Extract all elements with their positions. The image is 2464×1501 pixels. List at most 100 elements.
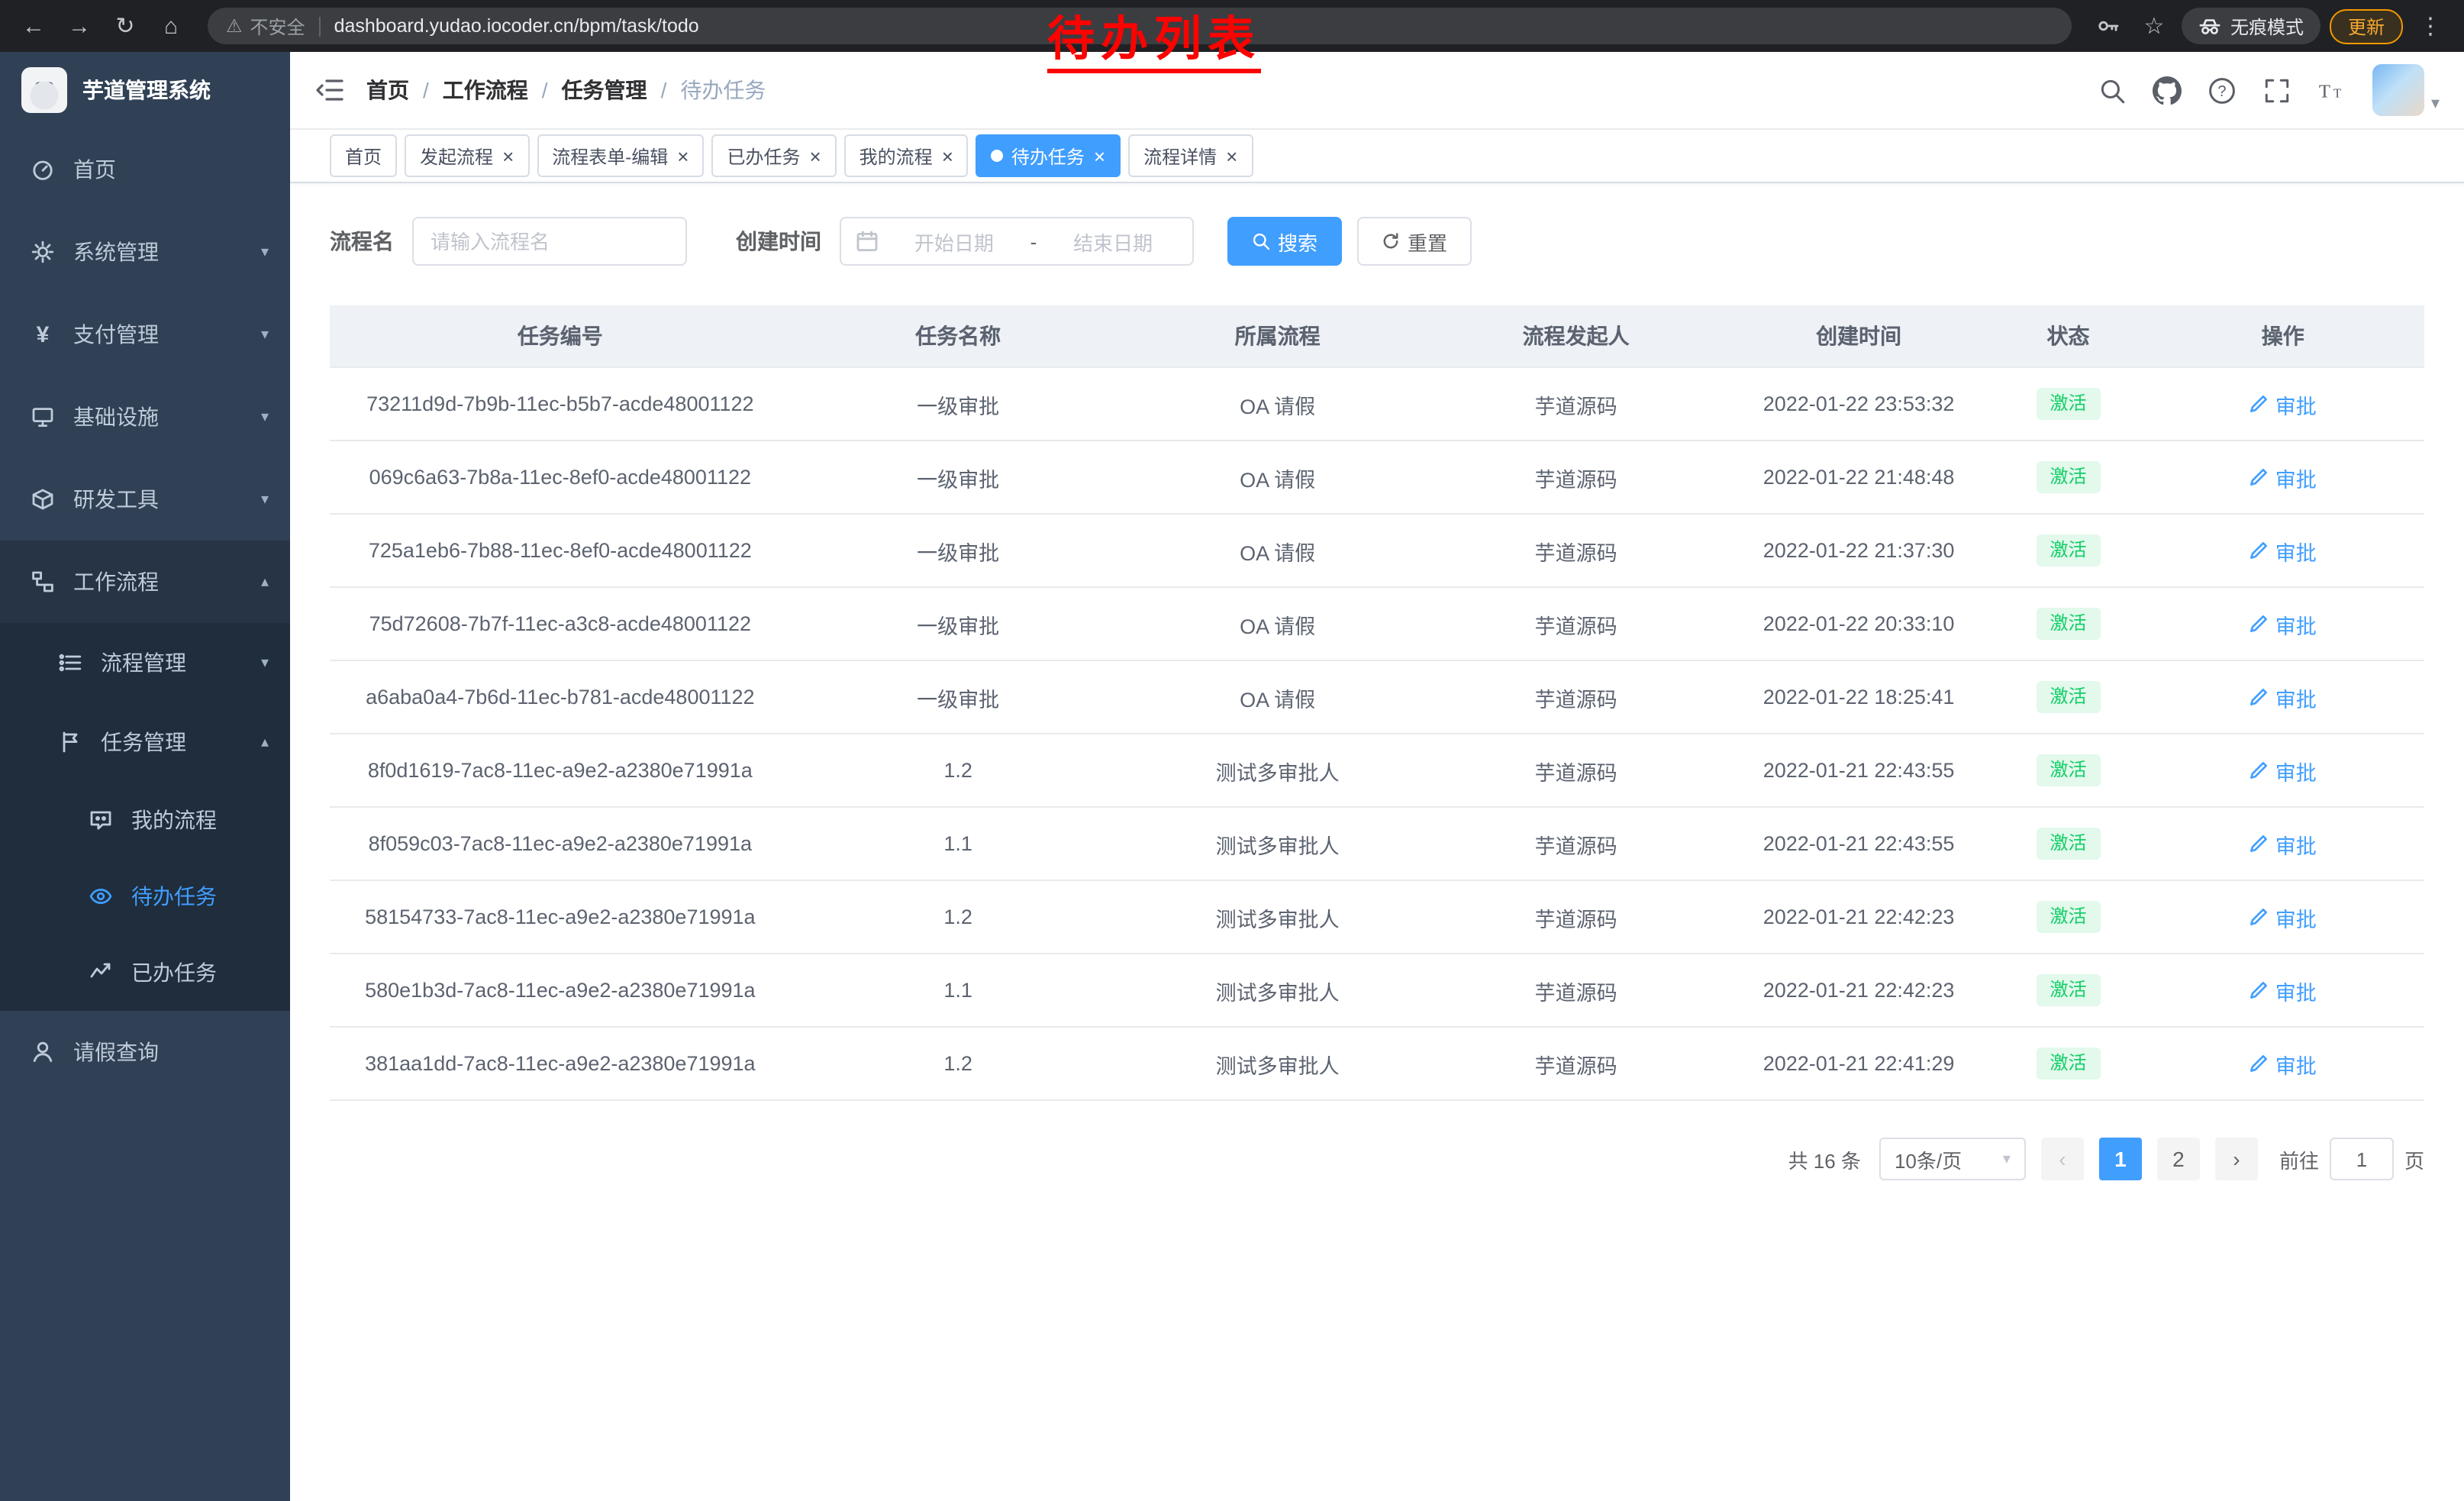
tag-item-1[interactable]: 发起流程× (405, 134, 529, 177)
sidebar-item-workflow[interactable]: 工作流程 ▴ (0, 541, 290, 623)
action-cell: 审批 (2142, 367, 2425, 441)
user-menu[interactable]: ▾ (2373, 64, 2440, 116)
task-id: 069c6a63-7b8a-11ec-8ef0-acde48001122 (330, 441, 791, 514)
tag-close-icon[interactable]: × (677, 146, 689, 166)
approve-link[interactable]: 审批 (2250, 608, 2317, 639)
task-id: 8f059c03-7ac8-11ec-a9e2-a2380e71991a (330, 807, 791, 880)
tag-item-4[interactable]: 我的流程× (844, 134, 969, 177)
browser-update-button[interactable]: 更新 (2330, 8, 2403, 44)
goto-page-input[interactable] (2330, 1138, 2394, 1180)
tag-item-5[interactable]: 待办任务× (976, 134, 1121, 177)
incognito-icon (2198, 15, 2221, 37)
tag-close-icon[interactable]: × (1226, 146, 1237, 166)
approve-link[interactable]: 审批 (2250, 828, 2317, 859)
process-name-input[interactable] (412, 217, 687, 266)
tag-close-icon[interactable]: × (809, 146, 821, 166)
fullscreen-icon[interactable] (2263, 76, 2292, 105)
sidebar-item-payment[interactable]: ¥ 支付管理 ▾ (0, 293, 290, 376)
font-size-icon[interactable]: TT (2318, 76, 2347, 105)
browser-back-icon[interactable]: ← (15, 8, 52, 44)
status-badge: 激活 (2036, 462, 2100, 493)
column-header: 任务编号 (330, 305, 791, 367)
sidebar-item-infrastructure[interactable]: 基础设施 ▾ (0, 376, 290, 458)
approve-link[interactable]: 审批 (2250, 755, 2317, 786)
dashboard-icon (31, 157, 55, 182)
tag-item-2[interactable]: 流程表单-编辑× (537, 134, 704, 177)
browser-home-icon[interactable]: ⌂ (153, 8, 189, 44)
column-header: 流程发起人 (1430, 305, 1723, 367)
sidebar-item-done-tasks[interactable]: 已办任务 (0, 934, 290, 1011)
app-logo-row[interactable]: 芋道管理系统 (0, 52, 290, 128)
browser-menu-icon[interactable]: ⋮ (2412, 8, 2449, 44)
approve-link[interactable]: 审批 (2250, 902, 2317, 932)
sidebar-item-leave-query[interactable]: 请假查询 (0, 1011, 290, 1093)
page-size-select[interactable]: 10条/页 ▾ (1879, 1138, 2026, 1180)
initiator-name: 芋道源码 (1430, 367, 1723, 441)
tag-close-icon[interactable]: × (942, 146, 953, 166)
sidebar-item-label: 研发工具 (73, 484, 159, 515)
search-button[interactable]: 搜索 (1227, 217, 1342, 266)
breadcrumb-home[interactable]: 首页 (366, 75, 409, 105)
tag-item-6[interactable]: 流程详情× (1128, 134, 1253, 177)
tag-close-icon[interactable]: × (1094, 146, 1105, 166)
reset-button[interactable]: 重置 (1357, 217, 1472, 266)
created-time: 2022-01-21 22:43:55 (1723, 734, 1995, 807)
status-cell: 激活 (1995, 660, 2141, 734)
approve-link[interactable]: 审批 (2250, 535, 2317, 566)
sidebar-item-system[interactable]: 系统管理 ▾ (0, 211, 290, 293)
browser-forward-icon[interactable]: → (61, 8, 98, 44)
tag-label: 首页 (345, 143, 382, 169)
approve-link[interactable]: 审批 (2250, 1048, 2317, 1079)
url-text: dashboard.yudao.iocoder.cn/bpm/task/todo (334, 15, 699, 37)
search-icon (1252, 232, 1270, 250)
sidebar-item-label: 流程管理 (101, 647, 186, 678)
sidebar-item-devtools[interactable]: 研发工具 ▾ (0, 458, 290, 541)
approve-link-label: 审批 (2275, 608, 2317, 639)
browser-reload-icon[interactable]: ↻ (107, 8, 144, 44)
approve-link[interactable]: 审批 (2250, 975, 2317, 1006)
task-name: 1.1 (791, 954, 1126, 1027)
created-time: 2022-01-22 20:33:10 (1723, 587, 1995, 660)
sidebar-item-task-management[interactable]: 任务管理 ▴ (0, 702, 290, 782)
pencil-icon (2250, 907, 2269, 927)
breadcrumb-task-management[interactable]: 任务管理 (562, 75, 647, 105)
table-row: 8f059c03-7ac8-11ec-a9e2-a2380e71991a1.1测… (330, 807, 2424, 880)
pencil-icon (2250, 614, 2269, 634)
date-range-picker[interactable]: 开始日期 - 结束日期 (840, 217, 1194, 266)
help-icon[interactable]: ? (2208, 76, 2237, 105)
tag-item-3[interactable]: 已办任务× (711, 134, 836, 177)
tag-close-icon[interactable]: × (502, 146, 514, 166)
prev-page-button[interactable]: ‹ (2041, 1138, 2084, 1180)
sidebar-item-todo-tasks[interactable]: 待办任务 (0, 858, 290, 934)
page-button-1[interactable]: 1 (2099, 1138, 2142, 1180)
active-tag-dot (992, 150, 1004, 162)
sidebar-item-my-processes[interactable]: 我的流程 (0, 782, 290, 858)
total-count: 共 16 条 (1788, 1144, 1861, 1173)
approve-link-label: 审批 (2275, 535, 2317, 566)
github-icon[interactable] (2153, 76, 2182, 105)
table-header-row: 任务编号任务名称所属流程流程发起人创建时间状态操作 (330, 305, 2424, 367)
search-icon[interactable] (2098, 76, 2127, 105)
approve-link-label: 审批 (2275, 975, 2317, 1006)
task-name: 一级审批 (791, 367, 1126, 441)
sidebar-item-process-management[interactable]: 流程管理 ▾ (0, 623, 290, 702)
sidebar-collapse-icon[interactable] (314, 75, 345, 105)
table-row: a6aba0a4-7b6d-11ec-b781-acde48001122一级审批… (330, 660, 2424, 734)
table-row: 8f0d1619-7ac8-11ec-a9e2-a2380e71991a1.2测… (330, 734, 2424, 807)
approve-link[interactable]: 审批 (2250, 389, 2317, 419)
breadcrumb-workflow[interactable]: 工作流程 (443, 75, 528, 105)
tag-item-0[interactable]: 首页 (330, 134, 397, 177)
bookmark-star-icon[interactable]: ☆ (2136, 8, 2172, 44)
next-page-button[interactable]: › (2215, 1138, 2258, 1180)
page-suffix-label: 页 (2404, 1144, 2424, 1173)
pencil-icon (2250, 1054, 2269, 1073)
password-key-icon[interactable] (2090, 8, 2127, 44)
task-name: 1.2 (791, 1027, 1126, 1100)
task-name: 一级审批 (791, 587, 1126, 660)
approve-link[interactable]: 审批 (2250, 682, 2317, 712)
page-button-2[interactable]: 2 (2157, 1138, 2200, 1180)
action-cell: 审批 (2142, 587, 2425, 660)
sidebar-item-home[interactable]: 首页 (0, 128, 290, 211)
pencil-icon (2250, 467, 2269, 487)
approve-link[interactable]: 审批 (2250, 462, 2317, 492)
